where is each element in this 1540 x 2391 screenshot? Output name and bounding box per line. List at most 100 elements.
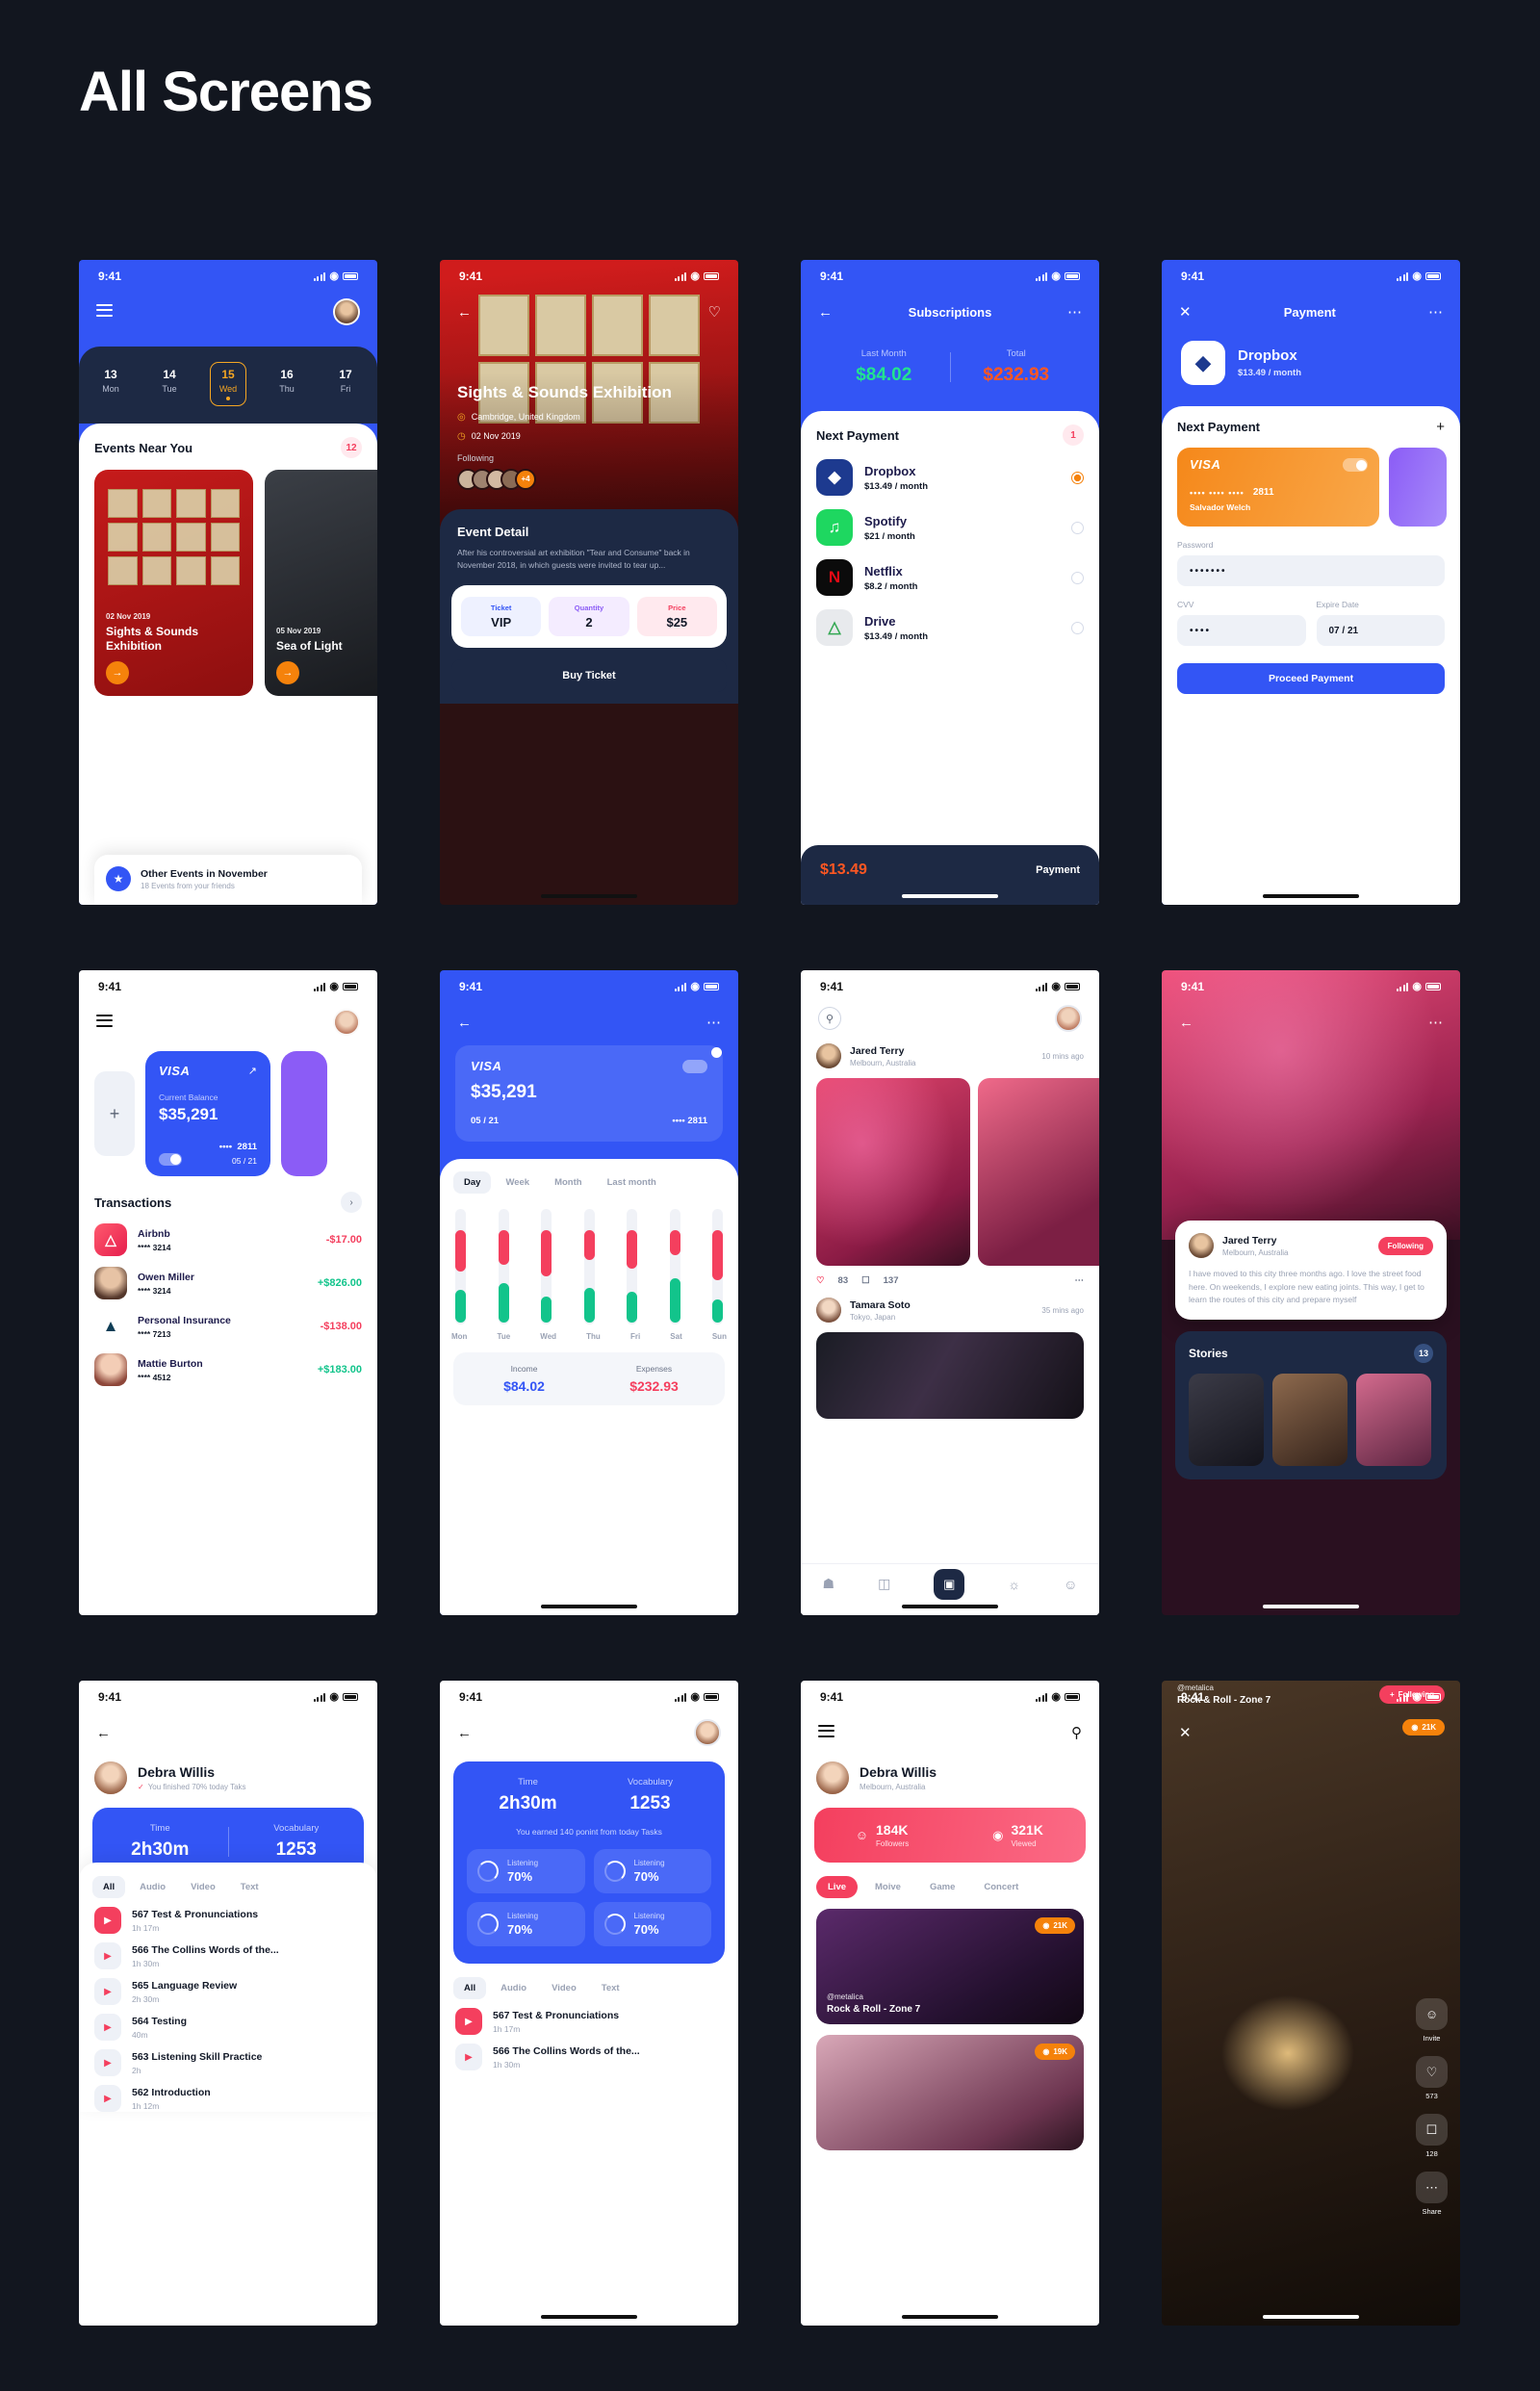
tab-audio[interactable]: Audio [129, 1876, 176, 1898]
avatar[interactable] [816, 1043, 841, 1068]
screen-profile-lessons[interactable]: 9:41 ◉ ← Debra Willis ✓ You finished 70%… [79, 1681, 377, 2326]
menu-icon[interactable] [818, 1724, 834, 1741]
search-icon[interactable]: ⚲ [1071, 1726, 1082, 1740]
transaction-row[interactable]: Owen Miller **** 3214 +$826.00 [79, 1256, 377, 1299]
avatar[interactable] [333, 1009, 360, 1036]
tab-day[interactable]: Day [453, 1171, 492, 1194]
tab-text[interactable]: Text [230, 1876, 270, 1898]
card-toggle[interactable] [159, 1153, 182, 1166]
tab-movie[interactable]: Moive [863, 1876, 912, 1898]
lesson-row[interactable]: ▶ 565 Language Review 2h 30m [79, 1969, 377, 2005]
back-icon[interactable]: ← [1179, 1016, 1194, 1030]
screen-events[interactable]: 9:41 ◉ 13 Mon 14 Tue 15 Wed 16 Thu 17 Fr… [79, 260, 377, 905]
search-icon[interactable]: ⚲ [818, 1007, 841, 1030]
story-thumbnail[interactable] [1356, 1373, 1431, 1466]
more-icon[interactable]: ⋯ [706, 1016, 721, 1030]
avatar[interactable] [694, 1719, 721, 1746]
followers-avatars[interactable]: +4 [440, 468, 738, 490]
avatar[interactable] [1189, 1233, 1214, 1258]
back-icon[interactable]: ← [96, 1726, 111, 1740]
progress-cell[interactable]: Listening 70% [593, 1849, 711, 1893]
comment-icon[interactable]: ☐ [1416, 2114, 1448, 2146]
password-input[interactable]: ••••••• [1177, 555, 1445, 586]
lesson-row[interactable]: ▶ 562 Introduction 1h 12m [79, 2076, 377, 2112]
screen-live[interactable]: 9:41 ◉ ⚲ Debra Willis Melbourn, Australi… [801, 1681, 1099, 2326]
play-icon[interactable]: ▶ [455, 2044, 482, 2070]
post-image[interactable] [816, 1332, 1084, 1419]
chevron-right-icon[interactable]: › [341, 1192, 362, 1213]
story-thumbnail[interactable] [1272, 1373, 1348, 1466]
radio-button[interactable] [1071, 521, 1084, 534]
transaction-row[interactable]: ▲ Personal Insurance **** 7213 -$138.00 [79, 1299, 377, 1343]
calendar-day-selected[interactable]: 15 Wed [210, 362, 246, 406]
screen-stats[interactable]: 9:41 ◉ ← ⋯ VISA $35,291 05 / 21 •••• 281… [440, 970, 738, 1615]
post-images[interactable] [801, 1323, 1099, 1419]
ticket-option[interactable]: Ticket VIP [461, 597, 542, 637]
avatar[interactable] [816, 1761, 849, 1794]
ticket-options[interactable]: Ticket VIP Quantity 2 Price $25 [451, 585, 727, 649]
invite-icon[interactable]: ☺ [1416, 1998, 1448, 2030]
tab-last-month[interactable]: Last month [597, 1171, 667, 1194]
event-arrow-icon[interactable]: → [106, 661, 129, 684]
play-icon[interactable]: ▶ [94, 1978, 121, 2005]
subscription-item[interactable]: ♫ Spotify $21 / month [816, 509, 1084, 546]
price-option[interactable]: Price $25 [636, 597, 717, 637]
tab-audio[interactable]: Audio [490, 1977, 537, 1999]
tab-month[interactable]: Month [544, 1171, 593, 1194]
tab-video[interactable]: Video [541, 1977, 587, 1999]
screen-wallet[interactable]: 9:41 ◉ + VISA ↗ Current Balance $35,291 … [79, 970, 377, 1615]
add-card-button[interactable]: + [94, 1071, 135, 1156]
event-arrow-icon[interactable]: → [276, 661, 299, 684]
back-icon[interactable]: ← [457, 305, 472, 320]
like-action[interactable]: ♡ 573 [1416, 2056, 1448, 2100]
screen-vocabulary[interactable]: 9:41 ◉ ← Time 2h30m Vocabulary 1253 You … [440, 1681, 738, 2326]
bookmark-icon[interactable]: ☗ [823, 1576, 835, 1592]
tab-video[interactable]: Video [180, 1876, 226, 1898]
heart-icon[interactable]: ♡ [708, 305, 721, 320]
radio-button[interactable] [1071, 621, 1084, 634]
transaction-row[interactable]: Mattie Burton **** 4512 +$183.00 [79, 1343, 377, 1386]
lesson-row[interactable]: ▶ 566 The Collins Words of the... 1h 30m [440, 2035, 738, 2070]
menu-icon[interactable] [96, 303, 113, 321]
tab-week[interactable]: Week [495, 1171, 540, 1194]
credit-card[interactable]: VISA •••• •••• •••• 2811 Salvador Welch [1177, 448, 1379, 527]
add-icon[interactable]: + [1436, 420, 1445, 434]
cvv-input[interactable]: •••• [1177, 615, 1306, 646]
comment-icon[interactable]: ☐ [861, 1275, 870, 1286]
card-toggle[interactable] [682, 1059, 707, 1073]
avatar[interactable] [333, 298, 360, 325]
lesson-row[interactable]: ▶ 567 Test & Pronunciations 1h 17m [79, 1898, 377, 1934]
comment-action[interactable]: ☐ 128 [1416, 2114, 1448, 2158]
credit-card[interactable]: VISA ↗ Current Balance $35,291 •••• 2811… [145, 1051, 270, 1176]
post-images[interactable] [801, 1068, 1099, 1266]
close-icon[interactable]: ✕ [1179, 305, 1192, 320]
screen-subscriptions[interactable]: 9:41 ◉ ← Subscriptions ⋯ Last Month $84.… [801, 260, 1099, 905]
subscription-item[interactable]: △ Drive $13.49 / month [816, 609, 1084, 646]
event-card[interactable]: 02 Nov 2019 Sights & Sounds Exhibition → [94, 470, 253, 696]
other-events-card[interactable]: ★ Other Events in November 18 Events fro… [94, 855, 362, 905]
subscription-item[interactable]: N Netflix $8.2 / month [816, 559, 1084, 596]
payment-button[interactable]: Payment [1036, 864, 1080, 876]
expire-input[interactable]: 07 / 21 [1316, 615, 1445, 646]
play-icon[interactable]: ▶ [94, 2014, 121, 2041]
radio-button[interactable] [1071, 471, 1084, 484]
lesson-row[interactable]: ▶ 563 Listening Skill Practice 2h [79, 2041, 377, 2076]
lesson-tabs[interactable]: All Audio Video Text [79, 1876, 377, 1898]
screen-payment[interactable]: 9:41 ◉ ✕ Payment ⋯ ◆ Dropbox $13.49 / mo… [1162, 260, 1460, 905]
back-icon[interactable]: ← [818, 305, 833, 320]
tab-text[interactable]: Text [591, 1977, 630, 1999]
tab-game[interactable]: Game [918, 1876, 966, 1898]
share-action[interactable]: ⋯ Share [1416, 2172, 1448, 2216]
lesson-row[interactable]: ▶ 564 Testing 40m [79, 2005, 377, 2041]
events-carousel[interactable]: 02 Nov 2019 Sights & Sounds Exhibition →… [94, 470, 377, 696]
calendar-day[interactable]: 14 Tue [151, 362, 188, 406]
subscription-item[interactable]: ◆ Dropbox $13.49 / month [816, 459, 1084, 496]
play-icon[interactable]: ▶ [94, 1942, 121, 1969]
post-image[interactable] [978, 1078, 1099, 1266]
post-image[interactable] [816, 1078, 970, 1266]
avatar[interactable] [1055, 1005, 1082, 1032]
close-icon[interactable]: ✕ [1179, 1726, 1192, 1740]
action-rail[interactable]: ☺ Invite ♡ 573 ☐ 128 ⋯ Share [1416, 1998, 1448, 2216]
progress-cell[interactable]: Listening 70% [467, 1902, 585, 1946]
screen-event-detail[interactable]: 9:41 ◉ ← ♡ Sights & Sounds Exhibition ◎ … [440, 260, 738, 905]
